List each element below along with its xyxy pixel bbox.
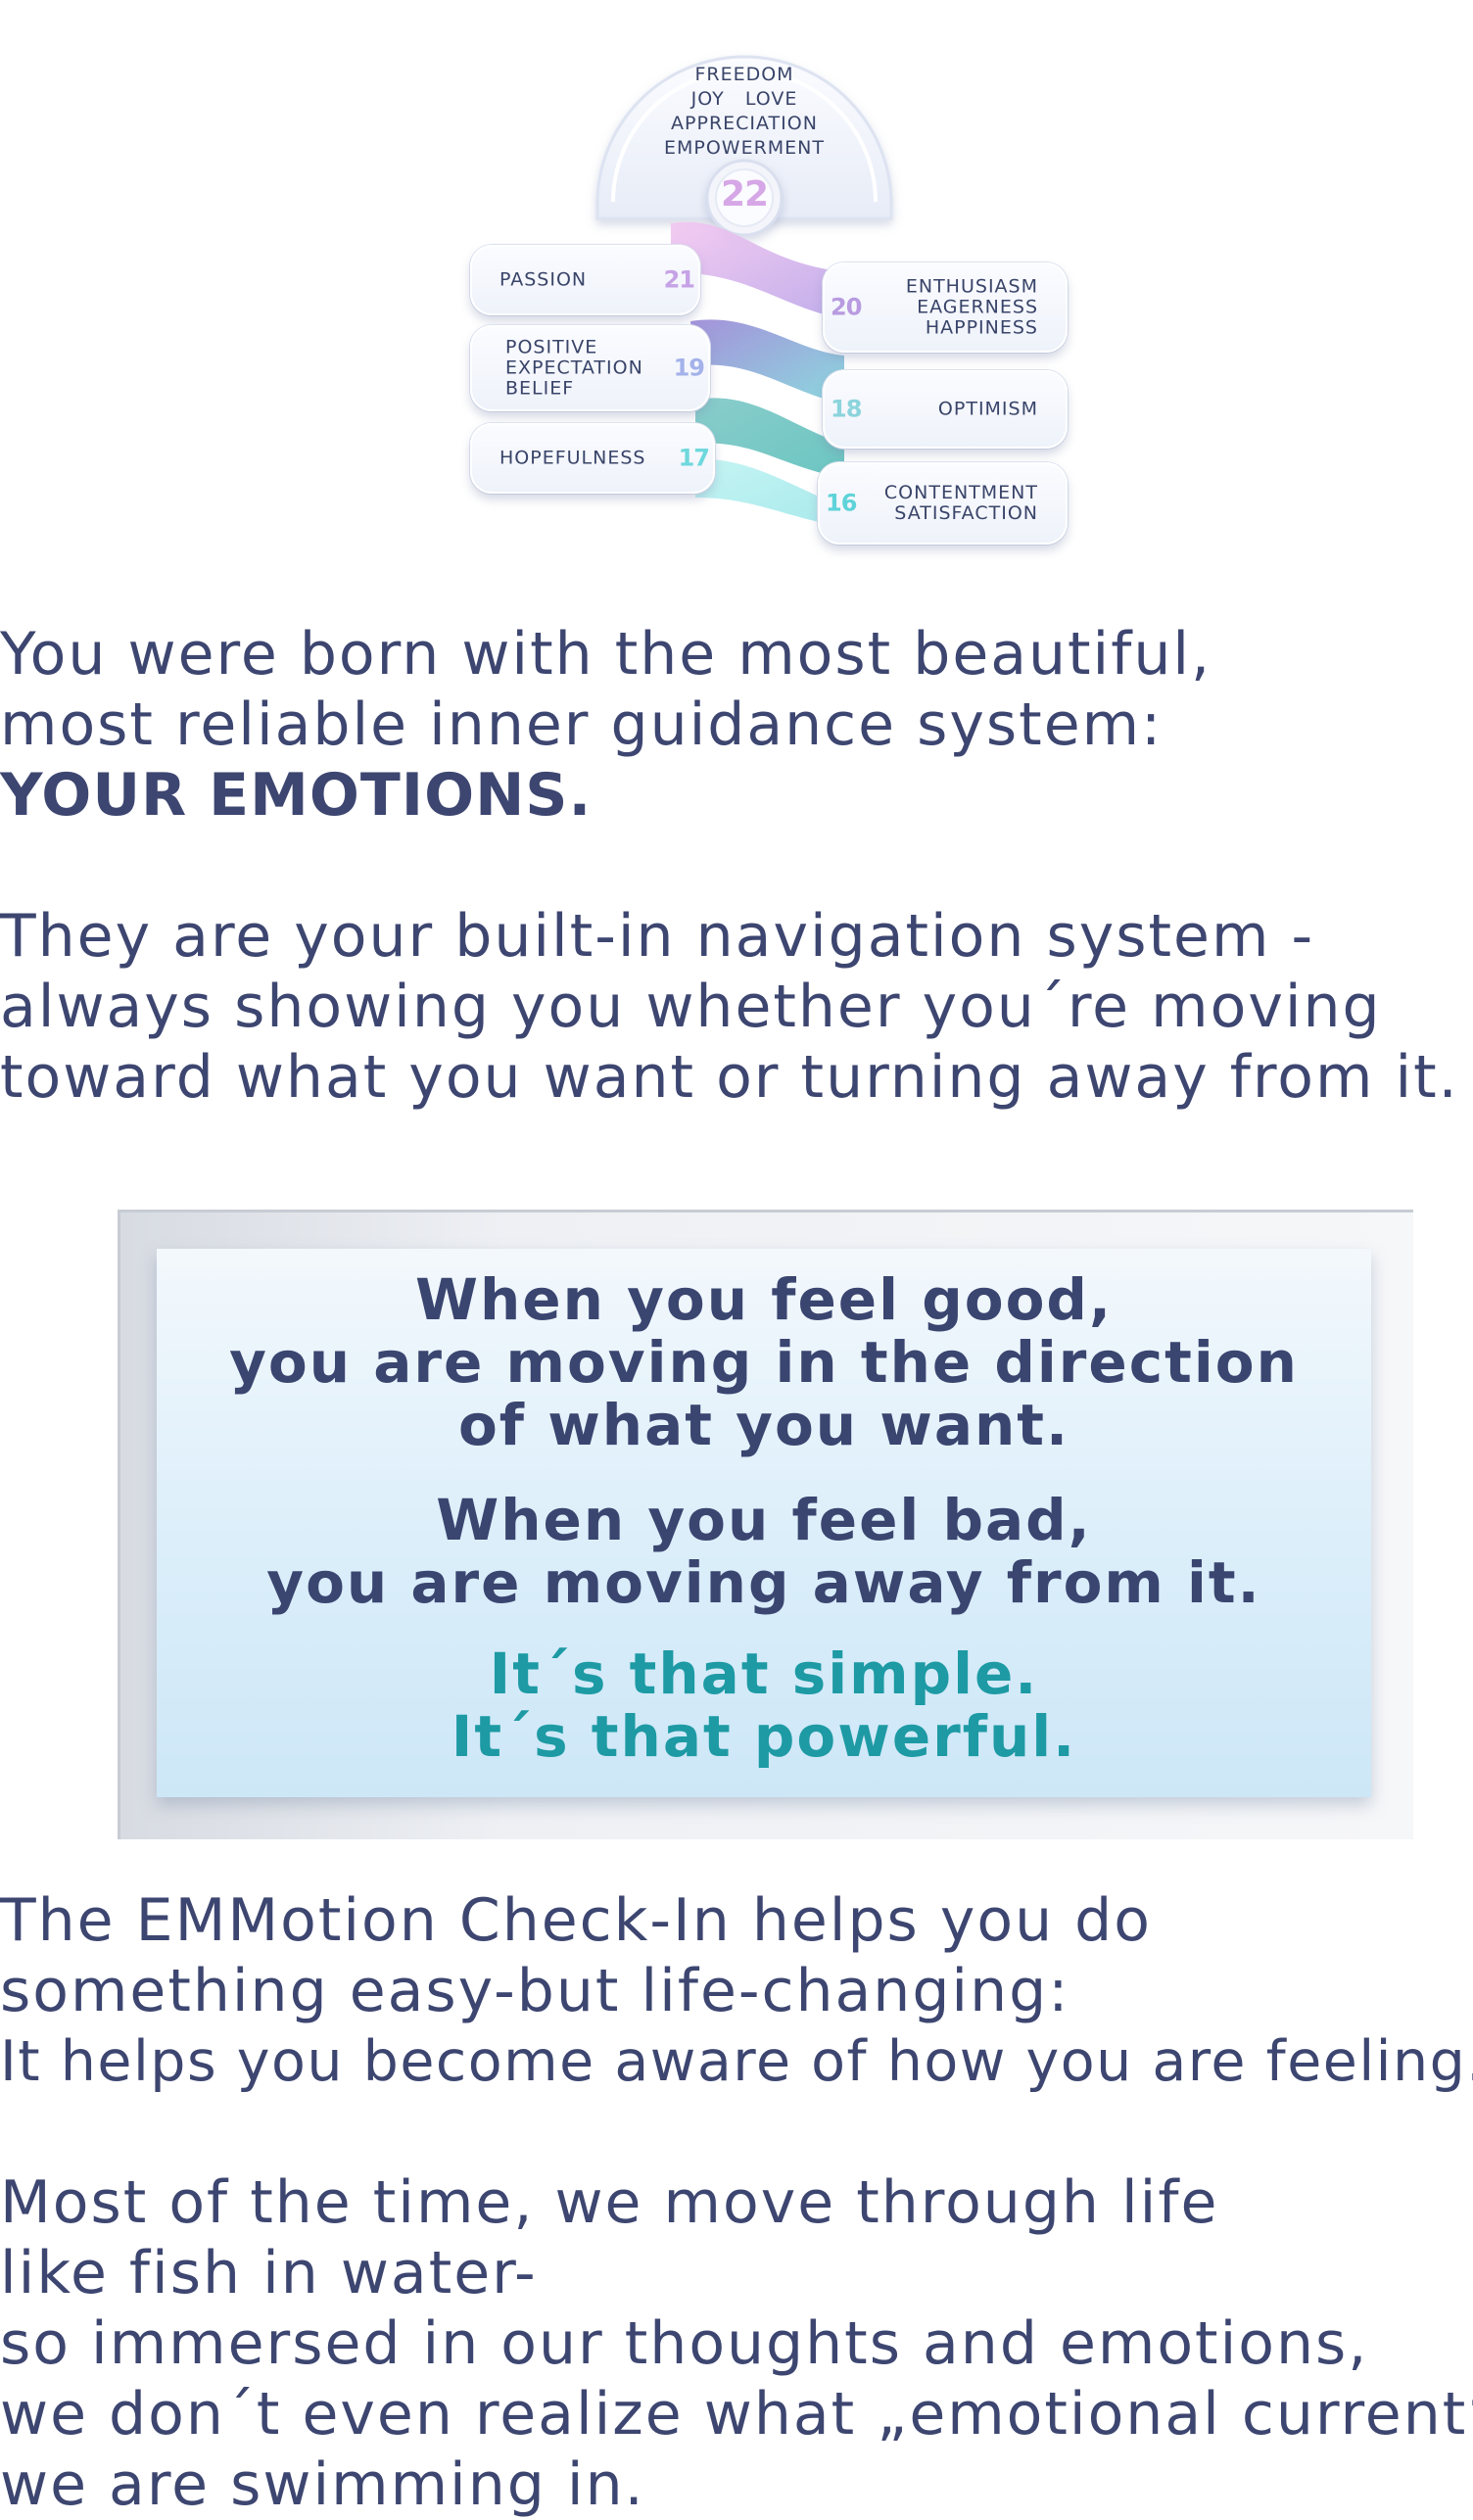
- top-emotion-line: EMPOWERMENT: [663, 137, 826, 159]
- scale-item-line: HAPPINESS: [925, 316, 1038, 339]
- fish-line: like fish in water-: [0, 2239, 538, 2307]
- checkin-line: something easy-but life-changing:: [0, 1957, 1070, 2025]
- intro-paragraph: You were born with the most beautiful, m…: [0, 619, 1212, 831]
- quote-good-line-2: you are moving in the direction: [229, 1329, 1299, 1396]
- scale-item-label: PASSION: [499, 268, 588, 291]
- level-number-17: 17: [678, 444, 710, 472]
- scale-item-line: POSITIVE: [505, 336, 598, 358]
- quote-good-line-1: When you feel good,: [415, 1266, 1113, 1333]
- level-number-16: 16: [826, 489, 857, 517]
- top-emotion-line: APPRECIATION: [671, 113, 818, 134]
- scale-item-line: EXPECTATION: [505, 357, 643, 379]
- scale-item-enthusiasm: 20 ENTHUSIASM EAGERNESS HAPPINESS: [823, 262, 1068, 353]
- scale-item-label: HOPEFULNESS: [499, 447, 646, 469]
- scale-item-passion: PASSION 21: [470, 245, 700, 315]
- level-number-19: 19: [673, 354, 705, 382]
- quote-bad-line-2: you are moving away from it.: [266, 1549, 1261, 1616]
- scale-item-line: SATISFACTION: [894, 502, 1038, 524]
- intro-line: most reliable inner guidance system:: [0, 690, 1164, 759]
- quote-bad-line-1: When you feel bad,: [436, 1487, 1092, 1553]
- level-number-20: 20: [831, 293, 862, 321]
- scale-item-line: ENTHUSIASM: [905, 275, 1038, 298]
- level-number-22: 22: [720, 174, 769, 214]
- emotional-scale-graphic: FREEDOM JOY LOVE APPRECIATION EMPOWERMEN…: [460, 27, 1077, 556]
- top-emotion-line: FREEDOM: [694, 64, 794, 85]
- scale-item-optimism: 18 OPTIMISM: [823, 370, 1068, 449]
- scale-item-line: BELIEF: [505, 377, 575, 400]
- checkin-paragraph: The EMMotion Check-In helps you do somet…: [0, 1885, 1473, 2097]
- scale-item-contentment: 16 CONTENTMENT SATISFACTION: [818, 462, 1068, 545]
- level-number-18: 18: [831, 395, 862, 423]
- scale-item-label: CONTENTMENT SATISFACTION: [884, 483, 1038, 524]
- quote-simple-line-2: It´s that powerful.: [451, 1703, 1077, 1770]
- intro-line: You were born with the most beautiful,: [0, 620, 1212, 689]
- fish-line: we are swimming in.: [0, 2450, 645, 2519]
- level-number-21: 21: [663, 265, 695, 294]
- top-emotion-line: JOY LOVE: [690, 88, 798, 110]
- quote-simple-line-1: It´s that simple.: [489, 1640, 1039, 1707]
- scale-item-positive-expectation: POSITIVE EXPECTATION BELIEF 19: [470, 325, 710, 411]
- checkin-line: It helps you become aware of how you are…: [0, 2029, 1473, 2094]
- fish-paragraph: Most of the time, we move through life l…: [0, 2167, 1473, 2520]
- navigation-line: They are your built-in navigation system…: [0, 902, 1315, 971]
- scale-item-label: POSITIVE EXPECTATION BELIEF: [505, 336, 643, 400]
- fish-line: we don´t even realize what „emotional cu…: [0, 2380, 1473, 2449]
- quote-good-line-3: of what you want.: [457, 1392, 1070, 1458]
- scale-item-hopefulness: HOPEFULNESS 17: [470, 423, 715, 494]
- intro-emphasis: YOUR EMOTIONS.: [0, 761, 593, 830]
- navigation-line: toward what you want or turning away fro…: [0, 1043, 1459, 1112]
- scale-item-line: EAGERNESS: [917, 296, 1038, 318]
- checkin-line: The EMMotion Check-In helps you do: [0, 1886, 1152, 1955]
- navigation-paragraph: They are your built-in navigation system…: [0, 901, 1459, 1113]
- scale-item-label: OPTIMISM: [937, 398, 1038, 420]
- fish-line: so immersed in our thoughts and emotions…: [0, 2309, 1369, 2378]
- quote-box: When you feel good, you are moving in th…: [157, 1249, 1371, 1797]
- navigation-line: always showing you whether you´re moving: [0, 973, 1382, 1041]
- scale-item-label: ENTHUSIASM EAGERNESS HAPPINESS: [905, 275, 1038, 339]
- scale-item-line: CONTENTMENT: [883, 482, 1038, 503]
- fish-line: Most of the time, we move through life: [0, 2168, 1219, 2237]
- top-emotions-label: FREEDOM JOY LOVE APPRECIATION EMPOWERMEN…: [612, 63, 877, 161]
